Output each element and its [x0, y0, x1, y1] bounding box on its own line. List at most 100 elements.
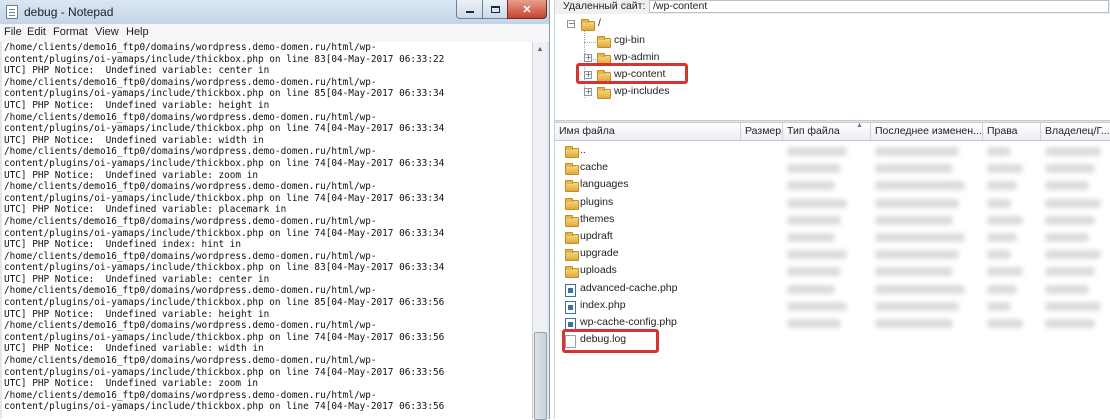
column-modified[interactable]: Последнее изменен... [871, 123, 983, 140]
expand-icon[interactable]: + [584, 88, 592, 96]
column-filename[interactable]: Имя файла [555, 123, 741, 140]
file-name: .. [580, 144, 586, 156]
menu-format[interactable]: Format [53, 26, 88, 38]
file-row[interactable]: cache [555, 160, 1110, 177]
file-row[interactable]: upgrade [555, 246, 1110, 263]
menu-file[interactable]: File [4, 26, 22, 38]
text-editor-area[interactable]: /home/clients/demo16_ftp0/domains/wordpr… [2, 42, 532, 419]
blurred-cell [1045, 319, 1095, 328]
file-name: languages [580, 178, 629, 191]
row-icon [565, 163, 579, 176]
menu-bar: File Edit Format View Help [0, 24, 549, 43]
file-name: plugins [580, 195, 614, 208]
notepad-titlebar[interactable]: debug - Notepad ✕ [0, 0, 549, 24]
blurred-cell [875, 284, 965, 294]
scrollbar-thumb[interactable] [534, 332, 547, 420]
blurred-cell [987, 215, 1023, 225]
blurred-cell [787, 198, 847, 208]
blurred-cell [787, 301, 847, 311]
row-icon [565, 232, 579, 244]
blurred-cell [1045, 164, 1095, 174]
blurred-cell [875, 181, 965, 191]
file-row[interactable]: themes [555, 212, 1110, 229]
menu-view[interactable]: View [95, 26, 119, 38]
column-size[interactable]: Размер [741, 123, 783, 140]
row-icon [565, 300, 579, 314]
blurred-cell [787, 181, 835, 191]
file-name: cache [580, 161, 609, 174]
file-row[interactable]: advanced-cache.php [555, 281, 1110, 298]
row-icon [565, 214, 579, 227]
blurred-cell [875, 215, 953, 225]
blurred-cell [875, 267, 953, 277]
column-owner[interactable]: Владелец/Г... [1041, 123, 1110, 140]
menu-edit[interactable]: Edit [27, 26, 46, 38]
maximize-button[interactable] [482, 0, 508, 19]
file-row[interactable]: languages [555, 177, 1110, 194]
file-row[interactable]: index.php [555, 298, 1110, 315]
blurred-cell [875, 147, 959, 156]
blurred-cell [787, 250, 847, 260]
expand-icon[interactable]: + [584, 54, 592, 62]
folder-icon [565, 266, 579, 279]
close-button[interactable]: ✕ [507, 0, 547, 19]
file-name: themes [580, 212, 615, 225]
row-icon [565, 146, 579, 158]
blurred-cell [1045, 233, 1089, 242]
tree-node-root[interactable]: − / [555, 16, 755, 31]
file-name: wp-cache-config.php [580, 316, 677, 328]
blurred-cell [875, 319, 953, 328]
blurred-cell [987, 250, 1011, 260]
file-row[interactable]: uploads [555, 263, 1110, 280]
row-icon [565, 266, 579, 279]
folder-icon [565, 232, 579, 244]
collapse-icon[interactable]: − [567, 20, 575, 28]
blurred-cell [787, 164, 841, 174]
blurred-cell [987, 301, 1011, 311]
log-text: /home/clients/demo16_ftp0/domains/wordpr… [4, 42, 445, 413]
highlight-wp-content [576, 63, 688, 84]
folder-icon [597, 36, 611, 48]
file-row[interactable]: .. [555, 143, 1110, 160]
folder-icon [565, 249, 579, 262]
remote-file-list: .. cache languages plugins themes updraft upgr… [555, 140, 1110, 419]
file-list-header: Имя файла Размер Тип файла Последнее изм… [555, 122, 1110, 141]
tree-node-cgi-bin[interactable]: cgi-bin [555, 33, 755, 48]
blurred-cell [787, 319, 841, 328]
blurred-cell [1045, 198, 1101, 208]
folder-icon [597, 87, 611, 99]
folder-icon [581, 19, 595, 31]
file-row[interactable]: updraft [555, 229, 1110, 246]
minimize-button[interactable] [456, 0, 483, 19]
blurred-cell [1045, 284, 1089, 294]
menu-help[interactable]: Help [126, 26, 149, 38]
file-name: upgrade [580, 247, 619, 260]
vertical-scrollbar[interactable]: ▲ [532, 42, 547, 420]
blurred-cell [875, 164, 953, 174]
blurred-cell [1045, 250, 1101, 260]
minimize-icon [465, 11, 474, 13]
file-name: index.php [580, 298, 626, 311]
blurred-cell [987, 267, 1023, 277]
row-icon [565, 283, 579, 297]
remote-site-bar: Удаленный сайт: /wp-content [555, 0, 1110, 15]
sort-ascending-icon: ▲ [856, 122, 863, 129]
tree-node-wp-includes[interactable]: + wp-includes [555, 84, 755, 99]
php-file-icon [565, 300, 576, 314]
blurred-cell [875, 198, 959, 208]
blurred-cell [787, 147, 847, 156]
blurred-cell [787, 267, 841, 277]
blurred-cell [987, 284, 1017, 294]
blurred-cell [787, 284, 835, 294]
blurred-cell [875, 233, 965, 242]
notepad-window: debug - Notepad ✕ File Edit Format View … [0, 0, 550, 420]
remote-site-label: Удаленный сайт: [563, 0, 646, 12]
blurred-cell [787, 215, 841, 225]
scroll-up-icon[interactable]: ▲ [533, 42, 547, 56]
folder-icon [565, 146, 579, 158]
php-file-icon [565, 283, 576, 297]
remote-path-input[interactable]: /wp-content [649, 0, 1109, 13]
column-permissions[interactable]: Права [983, 123, 1041, 140]
file-row[interactable]: plugins [555, 195, 1110, 212]
folder-icon [565, 197, 579, 210]
